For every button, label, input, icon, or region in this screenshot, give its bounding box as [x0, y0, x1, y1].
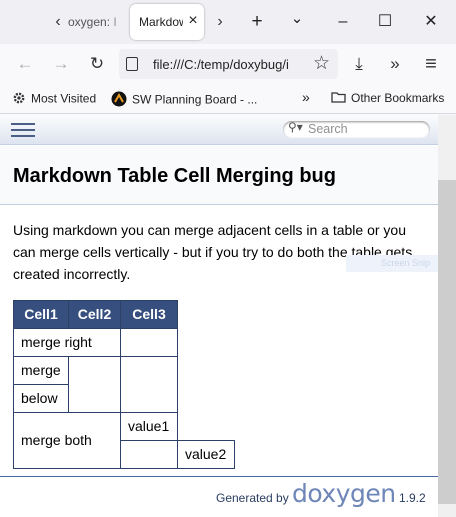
tab-scroll-left-icon[interactable]: ‹ [48, 11, 68, 33]
search-input[interactable]: ⚲▾ Search [283, 120, 430, 138]
table-cell-empty [120, 356, 178, 413]
back-icon[interactable]: ← [14, 53, 36, 75]
table-header-cell2: Cell2 [68, 300, 121, 329]
footer-generated-by: Generated by [216, 491, 289, 505]
table-cell-value2: value2 [177, 440, 235, 469]
url-bar[interactable]: file:///C:/temp/doxybug/i ☆ [119, 49, 338, 79]
downloads-icon[interactable]: ⤓ [348, 53, 370, 75]
navigation-toolbar: ← → ↻ file:///C:/temp/doxybug/i ☆ ⤓ » ≡ [0, 44, 456, 84]
bookmark-sw-planning-label: SW Planning Board - ... [132, 92, 258, 107]
tab-strip: ‹ oxygen: I Markdow × › + ⌄ – ☐ ✕ [0, 0, 456, 44]
page-title: Markdown Table Cell Merging bug [13, 165, 336, 187]
planning-board-icon [111, 91, 127, 110]
list-all-tabs-icon[interactable]: ⌄ [284, 11, 310, 33]
markdown-table: Cell1 Cell2 Cell3 merge right merge belo… [13, 300, 235, 469]
maximize-icon[interactable]: ☐ [372, 11, 398, 33]
table-header-cell1: Cell1 [13, 300, 69, 329]
table-cell-empty [120, 328, 178, 357]
hamburger-menu-icon[interactable] [11, 123, 35, 138]
extensions-overflow-icon[interactable]: » [384, 53, 406, 75]
bookmark-sw-planning[interactable]: SW Planning Board - ... [111, 91, 257, 110]
new-tab-icon[interactable]: + [244, 11, 270, 33]
table-cell-below: below [13, 384, 69, 413]
folder-icon [331, 91, 346, 106]
doxygen-logo[interactable]: doxygen [292, 479, 396, 508]
page-content: ⚲▾ Search Markdown Table Cell Merging bu… [0, 115, 438, 517]
app-menu-icon[interactable]: ≡ [420, 53, 442, 75]
bookmark-other-label: Other Bookmarks [351, 91, 445, 105]
tab-active-label: Markdow [139, 15, 183, 29]
description-text: Using markdown you can merge adjacent ce… [13, 222, 413, 282]
table-cell-value1: value1 [120, 412, 178, 441]
page-icon [126, 57, 138, 71]
bookmark-star-icon[interactable]: ☆ [313, 53, 330, 75]
tab-active[interactable]: Markdow × [130, 4, 204, 40]
bookmarks-toolbar: Most Visited SW Planning Board - ... » O… [0, 84, 456, 114]
search-placeholder: Search [308, 122, 348, 136]
page-header: Markdown Table Cell Merging bug [0, 146, 438, 205]
table-header-cell3: Cell3 [120, 300, 178, 329]
url-text[interactable]: file:///C:/temp/doxybug/i [153, 57, 303, 72]
tab-previous-label: oxygen: I [68, 15, 117, 29]
table-cell-empty [120, 440, 178, 469]
tab-previous[interactable]: oxygen: I [68, 9, 126, 35]
bookmark-most-visited[interactable]: Most Visited [12, 91, 96, 108]
table-cell-merge-both: merge both [13, 412, 121, 469]
doxygen-navbar: ⚲▾ Search [0, 115, 438, 145]
page-footer: Generated by doxygen 1.9.2 [0, 477, 438, 517]
tab-close-icon[interactable]: × [185, 13, 201, 29]
window-close-icon[interactable]: ✕ [418, 11, 444, 33]
forward-icon[interactable]: → [50, 53, 72, 75]
search-icon[interactable]: ⚲▾ [288, 120, 303, 134]
bookmark-other[interactable]: Other Bookmarks [331, 91, 444, 106]
reload-icon[interactable]: ↻ [86, 53, 108, 75]
table-cell-merge: merge [13, 356, 69, 385]
minimize-icon[interactable]: – [330, 11, 356, 33]
tab-scroll-right-icon[interactable]: › [210, 11, 230, 33]
doxygen-version: 1.9.2 [399, 491, 426, 505]
bookmark-most-visited-label: Most Visited [31, 91, 97, 106]
gear-icon [12, 91, 26, 108]
bookmarks-overflow-icon[interactable]: » [302, 89, 310, 105]
table-cell-empty [68, 356, 121, 413]
screen-snip-overlay: Screen Snip [346, 255, 438, 272]
table-cell-merge-right: merge right [13, 328, 121, 357]
scrollbar-thumb[interactable] [438, 180, 456, 504]
